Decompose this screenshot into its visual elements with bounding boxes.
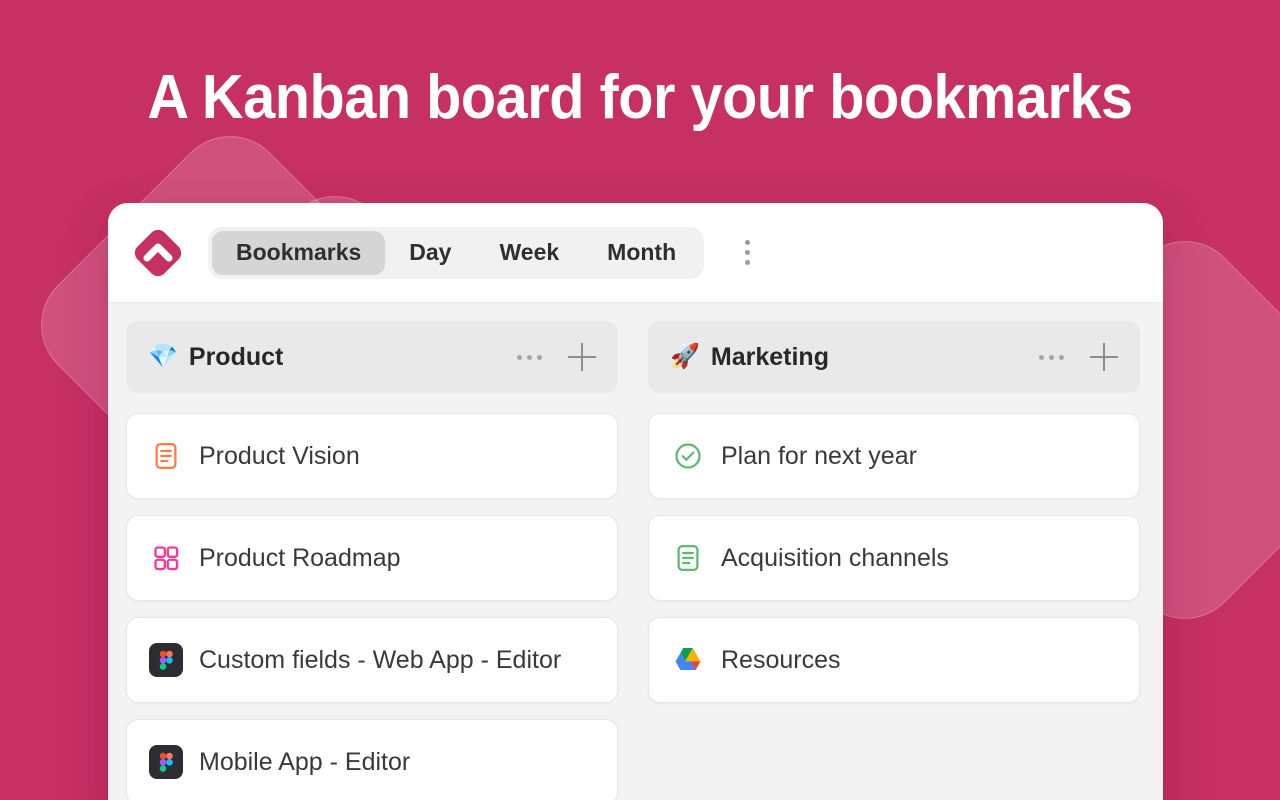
document-icon xyxy=(671,541,705,575)
tab-day[interactable]: Day xyxy=(385,231,475,275)
kanban-board: 💎 Product Product Vision Product Roadmap… xyxy=(108,303,1163,800)
card-title: Resources xyxy=(721,645,841,674)
card-mobile-app-editor[interactable]: Mobile App - Editor xyxy=(126,719,618,800)
app-header: Bookmarks Day Week Month xyxy=(108,203,1163,303)
diamond-emoji-icon: 💎 xyxy=(148,343,178,370)
chevron-diamond-logo-icon[interactable] xyxy=(130,225,186,281)
card-custom-fields-web-app-editor[interactable]: Custom fields - Web App - Editor xyxy=(126,617,618,703)
column-title: Product xyxy=(188,342,284,371)
card-resources[interactable]: Resources xyxy=(648,617,1140,703)
figma-icon xyxy=(149,745,183,779)
app-window: Bookmarks Day Week Month 💎 Product Produ… xyxy=(108,203,1163,800)
horizontal-dots-icon[interactable] xyxy=(1039,354,1064,360)
tab-month[interactable]: Month xyxy=(583,231,700,275)
document-icon xyxy=(149,439,183,473)
card-title: Mobile App - Editor xyxy=(199,747,411,776)
page-headline: A Kanban board for your bookmarks xyxy=(147,63,1133,132)
card-acquisition-channels[interactable]: Acquisition channels xyxy=(648,515,1140,601)
column-title: Marketing xyxy=(710,342,829,371)
vertical-dots-icon[interactable] xyxy=(730,233,764,273)
plus-icon[interactable] xyxy=(568,343,596,371)
board-column-product: 💎 Product Product Vision Product Roadmap… xyxy=(126,321,618,800)
card-title: Product Roadmap xyxy=(199,543,401,572)
view-tab-bar: Bookmarks Day Week Month xyxy=(208,226,705,279)
plus-icon[interactable] xyxy=(1090,343,1118,371)
tab-week[interactable]: Week xyxy=(475,231,583,275)
check-circle-icon xyxy=(671,439,705,473)
page-root: A Kanban board for your bookmarks Bookma… xyxy=(0,0,1280,800)
column-header-marketing[interactable]: 🚀 Marketing xyxy=(648,321,1140,393)
column-header-product[interactable]: 💎 Product xyxy=(126,321,618,393)
card-title: Custom fields - Web App - Editor xyxy=(199,645,562,674)
rocket-emoji-icon: 🚀 xyxy=(670,343,700,370)
horizontal-dots-icon[interactable] xyxy=(517,354,542,360)
card-plan-for-next-year[interactable]: Plan for next year xyxy=(648,413,1140,499)
card-title: Acquisition channels xyxy=(721,543,949,572)
board-column-marketing: 🚀 Marketing Plan for next year Acquisiti… xyxy=(648,321,1140,719)
card-title: Plan for next year xyxy=(721,441,917,470)
google-drive-icon xyxy=(671,643,705,677)
grid-icon xyxy=(149,541,183,575)
card-title: Product Vision xyxy=(199,441,360,470)
card-product-roadmap[interactable]: Product Roadmap xyxy=(126,515,618,601)
card-product-vision[interactable]: Product Vision xyxy=(126,413,618,499)
tab-bookmarks[interactable]: Bookmarks xyxy=(212,230,386,275)
figma-icon xyxy=(149,643,183,677)
